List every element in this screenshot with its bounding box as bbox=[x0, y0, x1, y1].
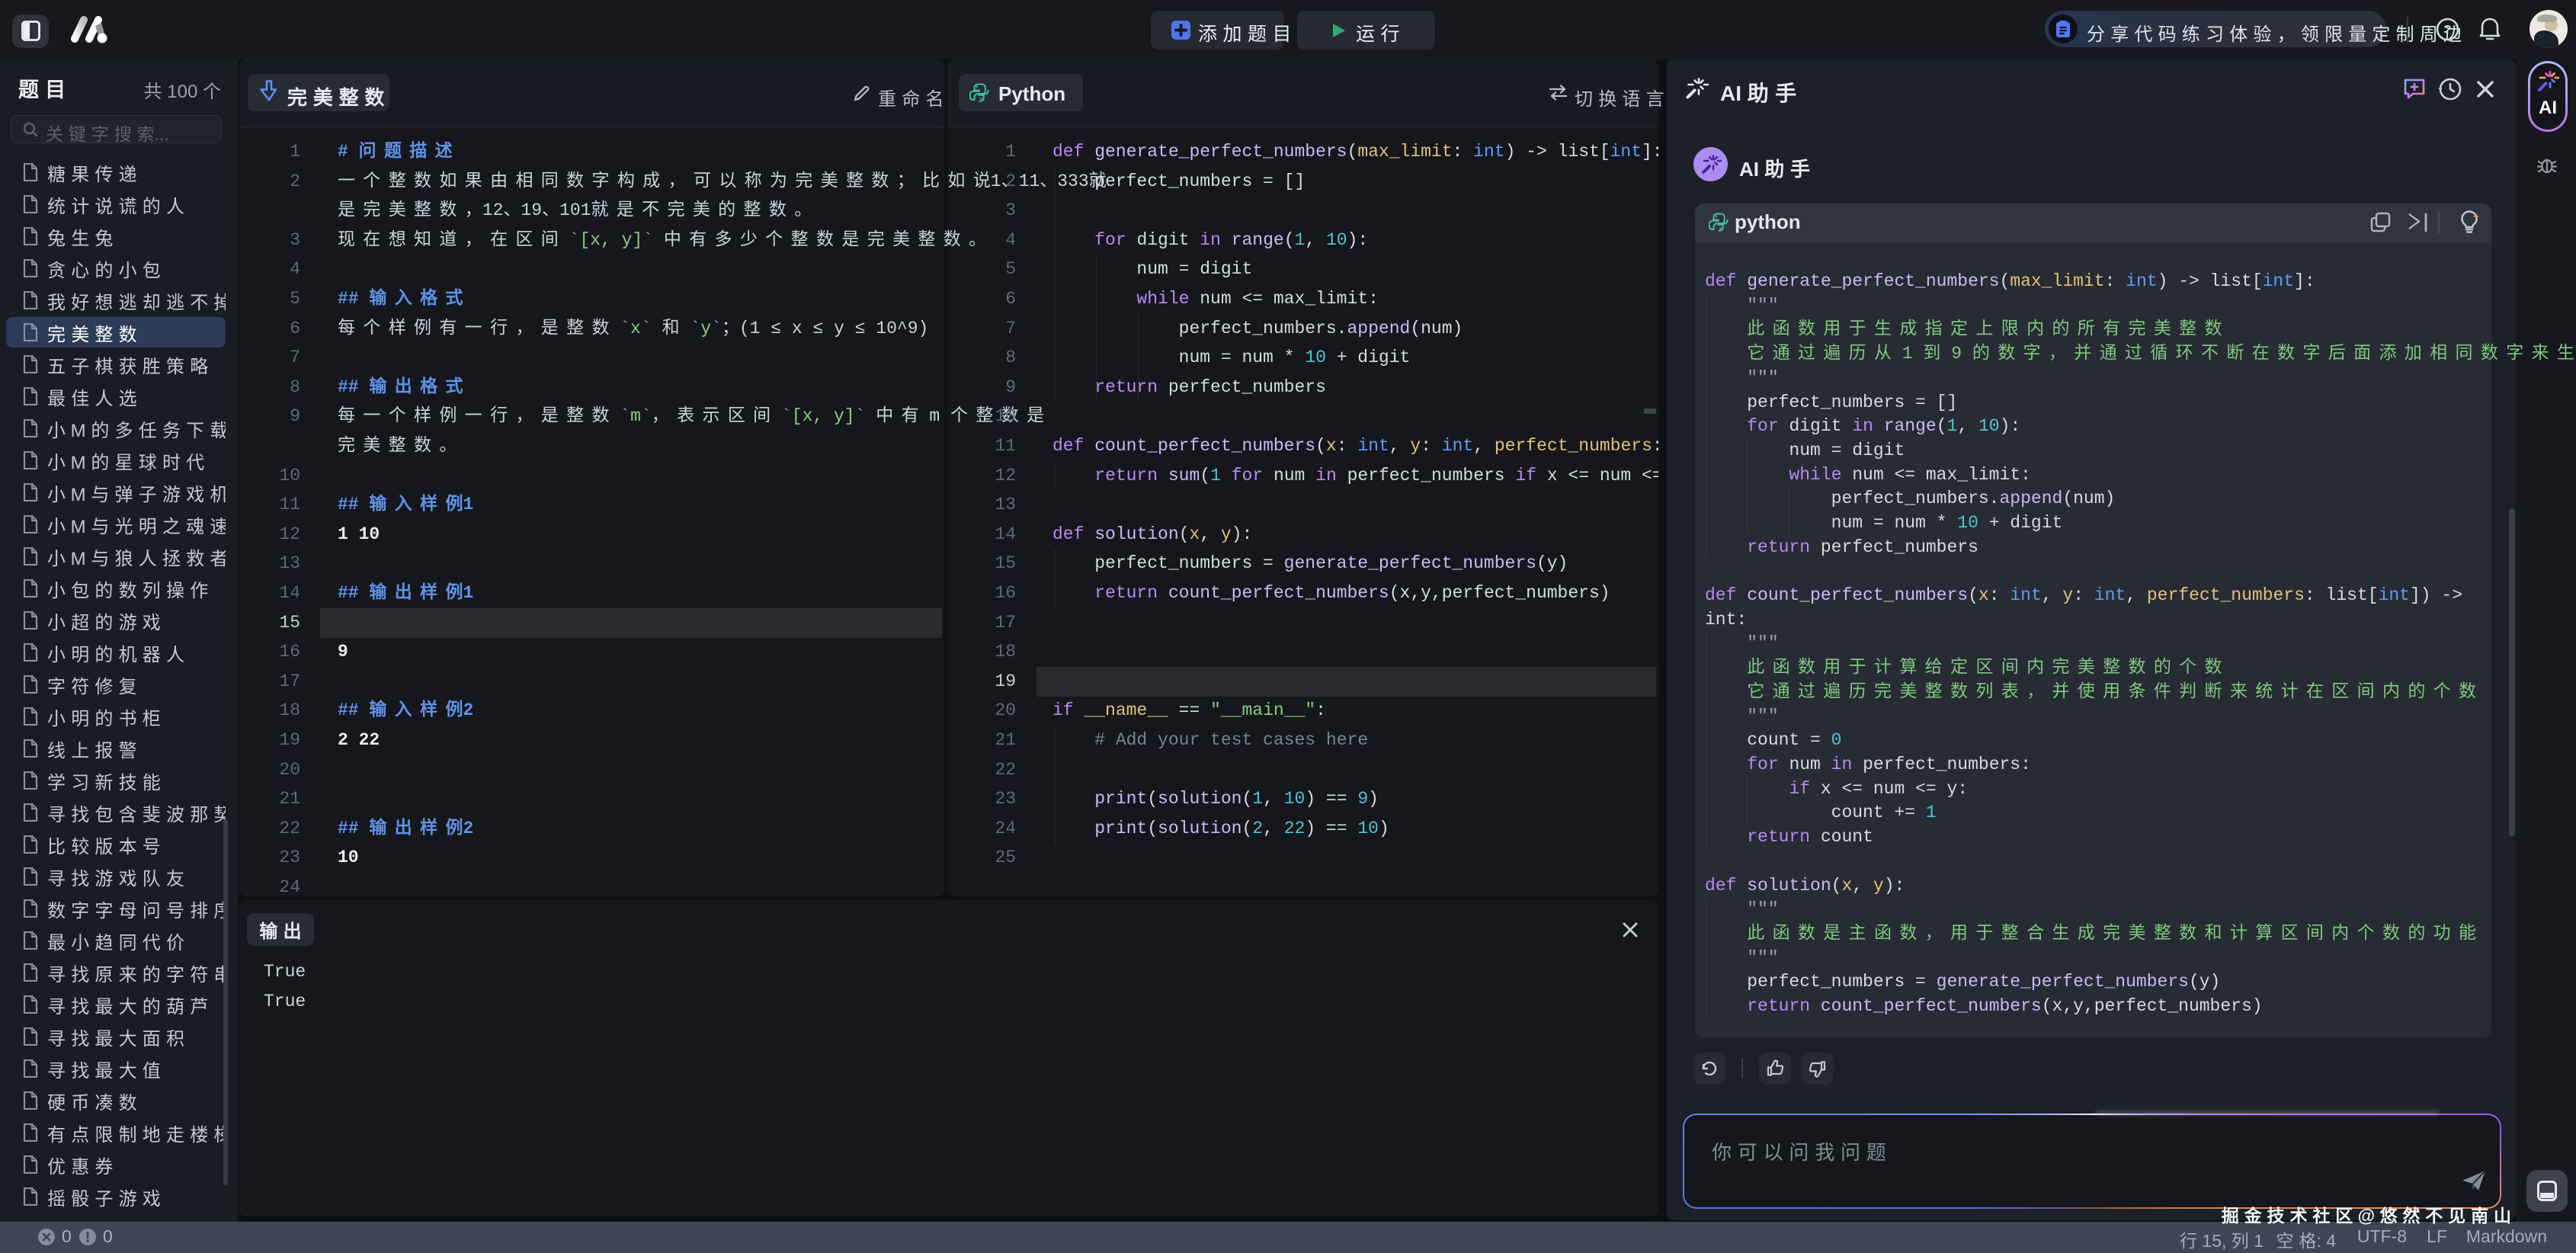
svg-text:?: ? bbox=[2443, 23, 2451, 37]
